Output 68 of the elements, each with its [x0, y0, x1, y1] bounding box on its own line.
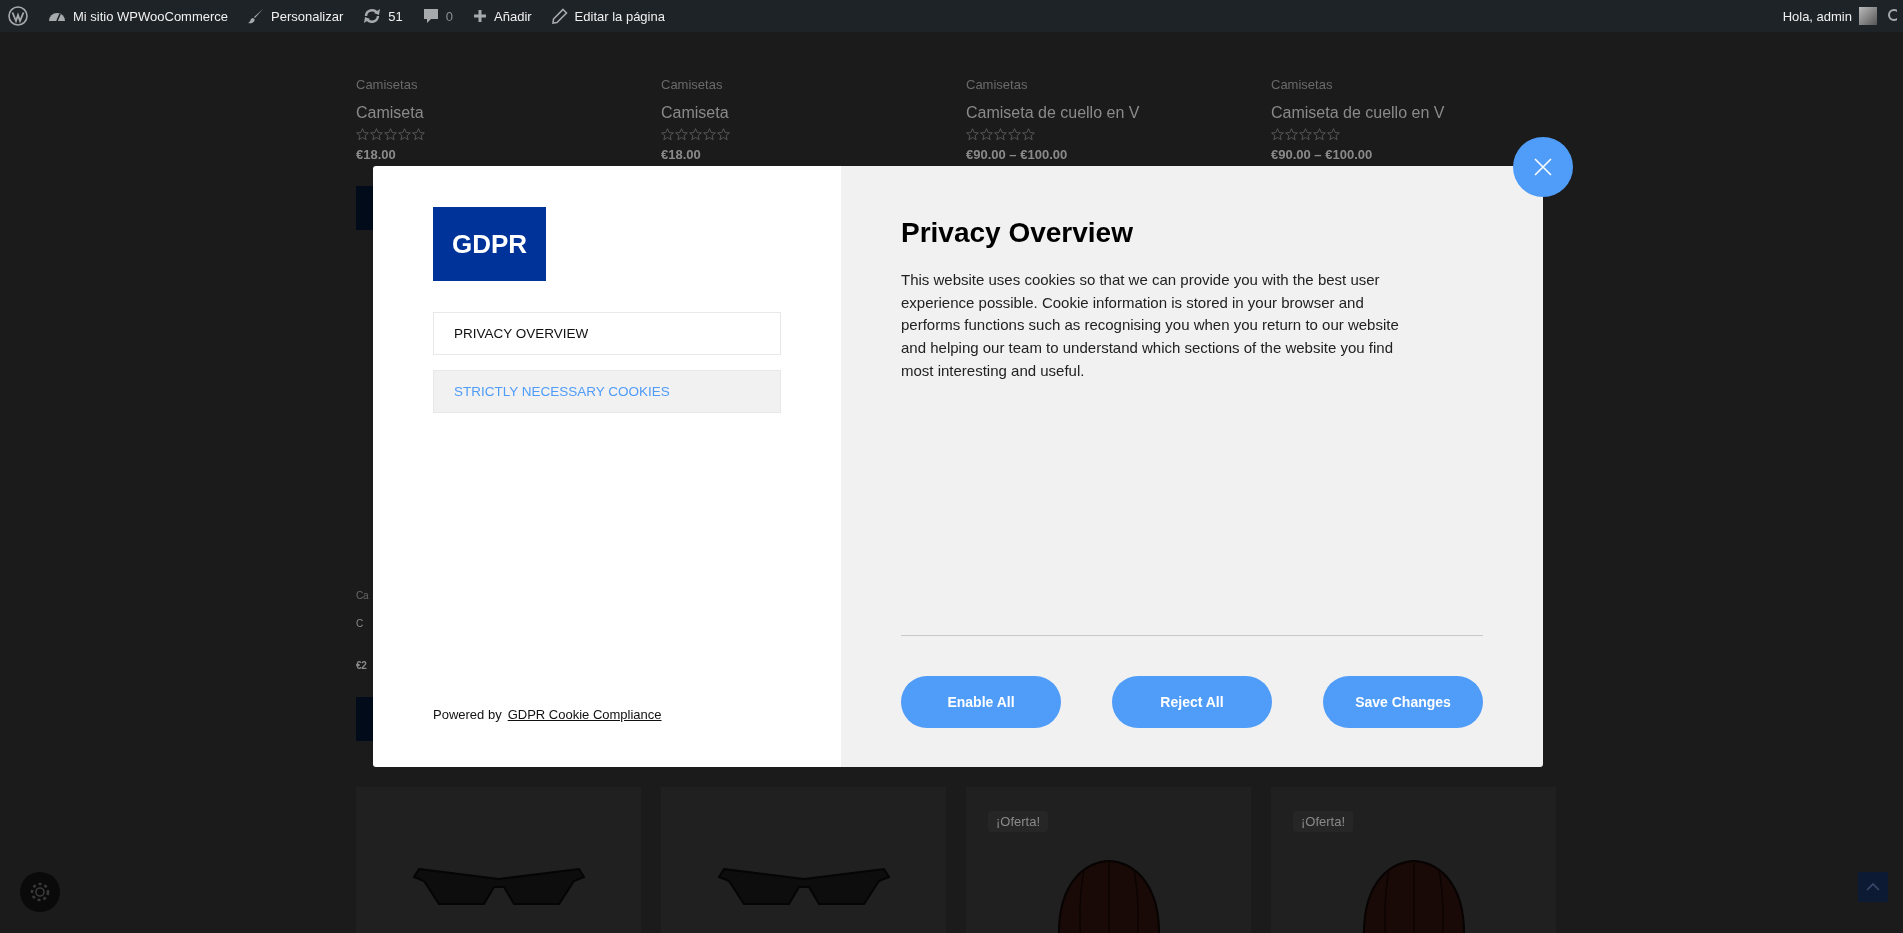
star-icon: [1299, 128, 1312, 141]
admin-bar-link[interactable]: Personalizar: [271, 8, 344, 24]
consent-button[interactable]: Enable All: [901, 676, 1061, 728]
plugin-link[interactable]: GDPR Cookie Compliance: [507, 707, 662, 722]
product-title[interactable]: C: [356, 613, 363, 635]
product-title[interactable]: Camiseta: [661, 102, 729, 124]
sale-badge: ¡Oferta!: [988, 811, 1049, 832]
admin-bar-link[interactable]: Editar la página: [574, 8, 665, 24]
star-icon: [1022, 128, 1035, 141]
wordpress-logo-icon[interactable]: [8, 6, 28, 26]
product-category[interactable]: Ca: [356, 587, 369, 605]
privacy-tab[interactable]: STRICTLY NECESSARY COOKIES: [433, 370, 781, 413]
star-icon: [398, 128, 411, 141]
refresh-icon: [363, 8, 382, 24]
product-category[interactable]: Camisetas: [356, 76, 418, 94]
product-title[interactable]: Camiseta: [356, 102, 424, 124]
star-icon: [675, 128, 688, 141]
star-icon: [1327, 128, 1340, 141]
privacy-description: This website uses cookies so that we can provide you with the best user experience possible. Cookie information is stored in your browser and performs functions such as recognising you when you return to our website and helping our team to understand which sections of the website you find most interesting and useful.: [901, 270, 1400, 381]
privacy-tab[interactable]: PRIVACY OVERVIEW: [433, 312, 781, 355]
star-icon: [980, 128, 993, 141]
product-price: €90.00 – €100.00: [1271, 147, 1373, 163]
product-price: €18.00: [661, 147, 701, 163]
sale-badge: ¡Oferta!: [1293, 811, 1354, 832]
product-price: €90.00 – €100.00: [966, 147, 1068, 163]
comment-icon: [422, 8, 439, 24]
product-category[interactable]: Camisetas: [966, 76, 1028, 94]
star-icon: [661, 128, 674, 141]
star-icon: [1271, 128, 1284, 141]
star-icon: [717, 128, 730, 141]
pencil-icon: [551, 8, 568, 24]
powered-by-text: Powered by: [433, 707, 502, 722]
star-icon: [370, 128, 383, 141]
star-icon: [1313, 128, 1326, 141]
consent-button[interactable]: Reject All: [1112, 676, 1272, 728]
product-category[interactable]: Camisetas: [1271, 76, 1333, 94]
chevron-up-icon: [1866, 883, 1880, 891]
dialog-title: Privacy Overview: [901, 216, 1134, 250]
close-button[interactable]: [1513, 137, 1573, 197]
greeting-link[interactable]: Hola, admin: [1782, 8, 1852, 24]
avatar[interactable]: [1859, 7, 1877, 25]
star-icon: [703, 128, 716, 141]
product-category[interactable]: Camisetas: [661, 76, 723, 94]
product-price: €2: [356, 659, 367, 673]
star-icon: [966, 128, 979, 141]
plus-icon: [473, 9, 488, 23]
admin-bar-link[interactable]: 0: [445, 8, 454, 24]
admin-bar-link[interactable]: Mi sitio WPWooCommerce: [73, 8, 229, 24]
consent-button[interactable]: Save Changes: [1323, 676, 1483, 728]
star-icon: [994, 128, 1007, 141]
product-price: €18.00: [356, 147, 396, 163]
star-icon: [356, 128, 369, 141]
star-icon: [689, 128, 702, 141]
star-icon: [412, 128, 425, 141]
product-card[interactable]: ¡Oferta!: [1271, 787, 1556, 933]
product-title[interactable]: Camiseta de cuello en V: [966, 102, 1140, 124]
gear-icon: [29, 881, 51, 903]
gdpr-logo: GDPR: [433, 207, 546, 281]
star-icon: [384, 128, 397, 141]
admin-bar-link[interactable]: 51: [388, 8, 403, 24]
brush-icon: [248, 8, 265, 24]
star-icon: [1008, 128, 1021, 141]
close-icon: [1533, 157, 1553, 177]
admin-bar-link[interactable]: Añadir: [494, 8, 532, 24]
product-title[interactable]: Camiseta de cuello en V: [1271, 102, 1445, 124]
settings-button[interactable]: [20, 872, 60, 912]
star-icon: [1285, 128, 1298, 141]
product-card[interactable]: ¡Oferta!: [966, 787, 1251, 933]
